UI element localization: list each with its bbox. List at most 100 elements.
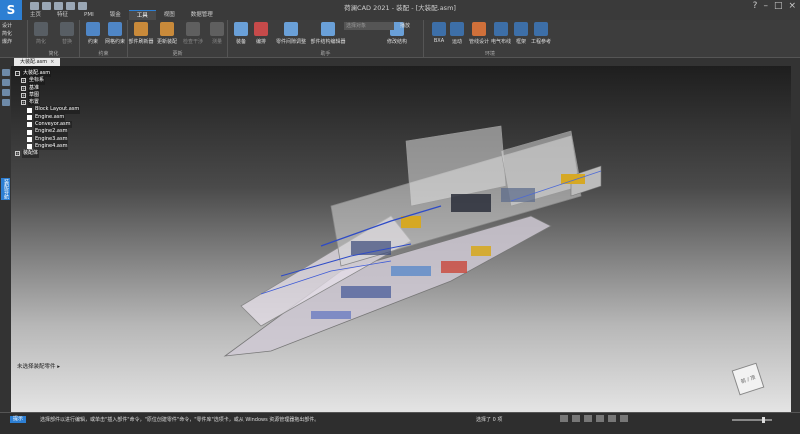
constraint-icon <box>86 22 100 36</box>
zoom-slider-thumb[interactable] <box>762 417 765 423</box>
play-tag[interactable]: 播放 <box>400 22 410 29</box>
measure-button[interactable]: 测量 <box>204 22 230 45</box>
ribbon-group-constraint: 约束 网格约束 约束 <box>80 20 128 58</box>
assembly-nav-icon[interactable] <box>1 69 10 76</box>
explode-row[interactable]: 爆炸 <box>2 38 12 46</box>
ribbon-group-design: 设计 简化 爆炸 <box>0 20 28 58</box>
assembly-tree: − 大装配.asm + 坐标系 + 基准 + 草图 + 布置 Block Layout.a… <box>15 70 81 158</box>
interference-icon <box>186 22 200 36</box>
shade-mode-icon[interactable] <box>620 415 628 422</box>
left-toolbar: 装配导航 <box>0 66 11 412</box>
visibility-checkbox[interactable] <box>27 122 32 128</box>
tree-node[interactable]: + 布置 <box>15 99 80 107</box>
arrange-icon <box>254 22 268 36</box>
simplify-button[interactable]: 简化 <box>28 22 54 45</box>
component-refresher-button[interactable]: 部件刷新器 <box>128 22 154 45</box>
right-toolbar <box>791 66 800 412</box>
gap-adjust-button[interactable]: 零件间隙调整 <box>274 22 308 45</box>
tree-node[interactable]: + 基准 <box>15 84 80 92</box>
tree-node[interactable]: Block Layout.asm <box>15 106 81 114</box>
refresher-icon <box>134 22 148 36</box>
pan-icon[interactable] <box>584 415 592 422</box>
tree-node[interactable]: Engine2.asm <box>15 128 80 136</box>
tree-node[interactable]: + 装配体 <box>15 150 80 158</box>
ribbon-group-simplify: 简化 替换 简化 <box>28 20 80 58</box>
assembly-model <box>223 125 602 357</box>
tree-node[interactable]: + 草图 <box>15 91 80 100</box>
tree-node[interactable]: + 坐标系 <box>15 77 80 85</box>
expand-icon[interactable]: + <box>15 151 20 157</box>
visibility-checkbox[interactable] <box>27 136 32 142</box>
zoom-slider[interactable] <box>732 417 772 423</box>
motion-icon <box>450 22 464 36</box>
visibility-checkbox[interactable] <box>27 114 32 120</box>
tab-tools[interactable]: 工具 <box>128 10 156 20</box>
expand-icon[interactable]: + <box>21 85 26 91</box>
maximize-icon[interactable]: □ <box>774 1 783 11</box>
zoom-area-icon[interactable] <box>572 415 580 422</box>
ribbon-group-environment: BXA 运动 管线设计 电气布线 框架 工程参考 环境 <box>426 20 554 58</box>
update-assembly-button[interactable]: 更新装配 <box>154 22 180 45</box>
feature-icon[interactable] <box>1 99 10 106</box>
library-icon[interactable] <box>1 89 10 96</box>
tab-features[interactable]: 特征 <box>49 10 76 20</box>
zoom-fit-icon[interactable] <box>560 415 568 422</box>
expand-icon[interactable]: + <box>21 78 26 84</box>
document-tab[interactable]: 大装配.asm × <box>14 58 61 66</box>
update-assembly-icon <box>160 22 174 36</box>
window-controls: ? – □ × <box>753 1 796 11</box>
pipe-icon <box>472 22 486 36</box>
tree-node[interactable]: Conveyor.asm <box>15 121 80 129</box>
frame-icon <box>514 22 528 36</box>
structure-editor-icon <box>321 22 335 36</box>
ribbon-group-update: 部件刷新器 更新装配 检查干涉 测量 更新 <box>128 20 228 58</box>
title-bar: S 荷澜CAD 2021 - 装配 - [大装配.asm] ? – □ × 主页… <box>0 0 800 20</box>
visibility-checkbox[interactable] <box>27 129 32 135</box>
tab-view[interactable]: 视图 <box>156 10 183 20</box>
close-icon[interactable]: × <box>788 1 796 11</box>
engineering-reference-button[interactable]: 工程参考 <box>528 22 554 45</box>
status-message: 选择部件以进行编辑，或单击"插入部件"命令，"原位创建零件"命令，"零件库"选项… <box>40 417 320 423</box>
replace-icon <box>60 22 74 36</box>
measure-icon <box>210 22 224 36</box>
tree-node[interactable]: Engine.asm <box>15 113 80 122</box>
help-icon[interactable]: ? <box>753 1 758 11</box>
selection-hint[interactable]: 未选择装配零件 ▸ <box>17 362 60 370</box>
tab-pmi[interactable]: PMI <box>76 10 102 20</box>
tree-node[interactable]: Engine3.asm <box>15 135 80 143</box>
expand-icon[interactable]: + <box>21 93 26 99</box>
status-tools <box>560 415 628 422</box>
visibility-checkbox[interactable] <box>27 144 32 150</box>
grid-constraint-button[interactable]: 网格约束 <box>102 22 128 45</box>
visibility-checkbox[interactable] <box>27 107 32 113</box>
3d-viewport[interactable]: − 大装配.asm + 坐标系 + 基准 + 草图 + 布置 Block Layout.a… <box>11 66 791 412</box>
grid-constraint-icon <box>108 22 122 36</box>
structure-editor-button[interactable]: 部件结构编辑器 <box>310 22 346 45</box>
tab-data-management[interactable]: 数据管理 <box>183 10 221 20</box>
check-interference-button[interactable]: 检查干涉 <box>180 22 206 45</box>
selection-count: 选择了 0 项 <box>476 417 503 423</box>
side-tab-assembly[interactable]: 装配导航 <box>1 178 10 200</box>
tree-node[interactable]: − 大装配.asm <box>15 70 80 78</box>
ribbon-group-assistant: 装备 编排 零件间隙调整 部件结构编辑器 修改结构 选择对象 播放 助手 <box>228 20 424 58</box>
replace-button[interactable]: 替换 <box>54 22 80 45</box>
object-select-dropdown[interactable]: 选择对象 <box>344 22 394 30</box>
reference-icon <box>534 22 548 36</box>
collapse-icon[interactable]: − <box>15 71 20 77</box>
arrange-button[interactable]: 编排 <box>248 22 274 45</box>
close-tab-icon[interactable]: × <box>50 59 54 65</box>
view-orient-icon[interactable] <box>608 415 616 422</box>
status-bar: 提示 选择部件以进行编辑，或单击"插入部件"命令，"原位创建零件"命令，"零件库… <box>0 412 800 434</box>
menu-tabs: 主页 特征 PMI 钣金 工具 视图 数据管理 <box>22 10 221 20</box>
minimize-icon[interactable]: – <box>763 1 768 11</box>
layer-icon[interactable] <box>1 79 10 86</box>
rotate-icon[interactable] <box>596 415 604 422</box>
tab-home[interactable]: 主页 <box>22 10 49 20</box>
expand-icon[interactable]: + <box>21 100 26 106</box>
tab-sheetmetal[interactable]: 钣金 <box>102 10 129 20</box>
simplify-row[interactable]: 简化 <box>2 30 12 38</box>
app-window: S 荷澜CAD 2021 - 装配 - [大装配.asm] ? – □ × 主页… <box>0 0 800 434</box>
design-row[interactable]: 设计 <box>2 22 12 30</box>
wiring-icon <box>494 22 508 36</box>
document-tab-strip: 大装配.asm × <box>0 58 800 66</box>
